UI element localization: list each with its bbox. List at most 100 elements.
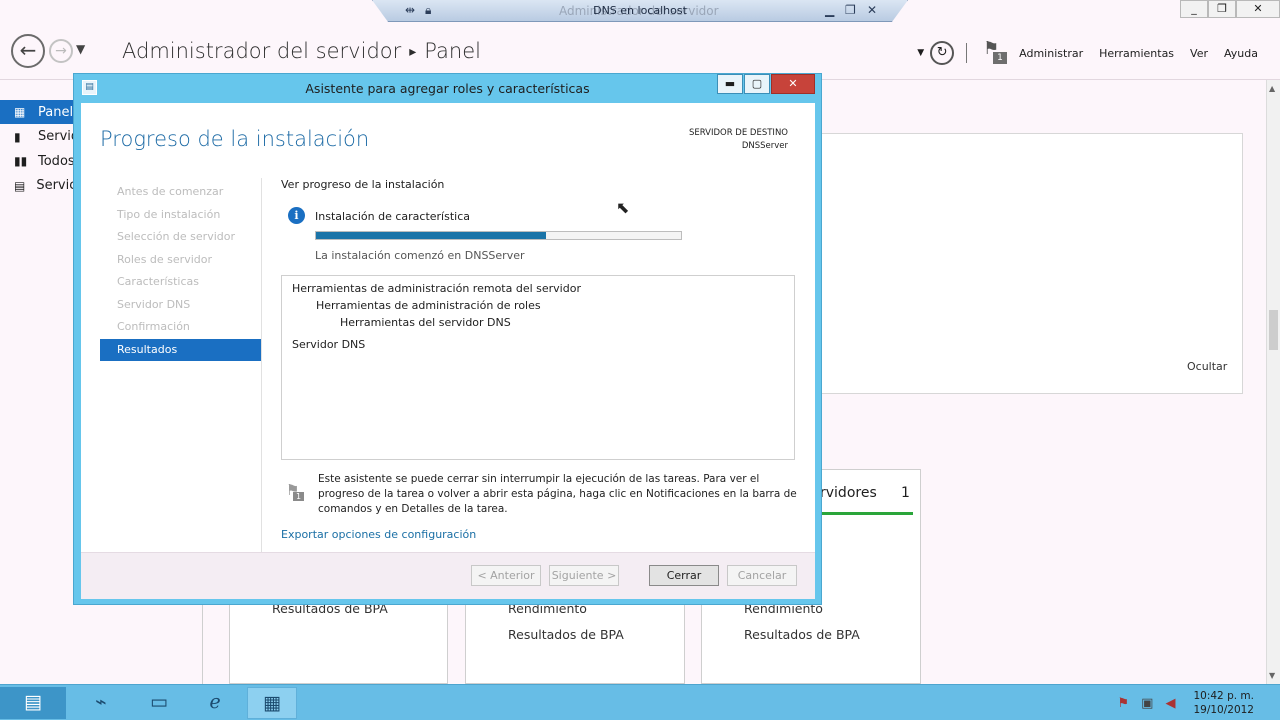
remote-restore-icon[interactable]: ❐ xyxy=(845,3,856,17)
menu-ayuda[interactable]: Ayuda xyxy=(1224,47,1258,60)
tile-row-bpa[interactable]: Resultados de BPA xyxy=(744,627,860,642)
wizard-title: Asistente para agregar roles y caracterí… xyxy=(305,81,590,96)
action-center-icon[interactable]: ⚑ xyxy=(1118,696,1130,711)
previous-button[interactable]: < Anterior xyxy=(471,565,541,586)
installation-status: Instalación de característica xyxy=(315,210,470,223)
taskbar: ▤ ⌁ ▭ ℯ ▦ ⚑ ▣ ◀ 10:42 p. m. 19/10/2012 xyxy=(0,684,1280,720)
wizard-step: Antes de comenzar xyxy=(117,185,224,198)
restore-button[interactable]: ❐ xyxy=(1208,0,1236,18)
tile-count: 1 xyxy=(901,485,910,501)
wizard-maximize-button[interactable]: ▢ xyxy=(744,74,770,94)
breadcrumb-separator-icon: ▸ xyxy=(409,44,417,60)
network-icon[interactable]: ▣ xyxy=(1141,696,1153,711)
result-item: Herramientas de administración remota de… xyxy=(292,282,581,295)
sidebar-item-file-services[interactable]: ▤ Servici xyxy=(0,174,80,198)
sidebar-item-all-servers[interactable]: ▮▮ Todos xyxy=(0,149,80,173)
wizard-body: Progreso de la instalación SERVIDOR DE D… xyxy=(81,103,815,599)
result-item: Herramientas de administración de roles xyxy=(316,299,541,312)
wizard-close-button[interactable]: ✕ xyxy=(771,74,815,94)
sidebar-item-panel[interactable]: ▦ Panel xyxy=(0,100,80,124)
breadcrumb: Administrador del servidor ▸ Panel xyxy=(122,39,481,63)
installation-started-message: La instalación comenzó en DNSServer xyxy=(315,249,525,262)
wizard-minimize-button[interactable]: ▬ xyxy=(717,74,743,94)
next-button[interactable]: Siguiente > xyxy=(549,565,619,586)
sidebar-item-label: Panel xyxy=(38,104,74,120)
result-item: Herramientas del servidor DNS xyxy=(340,316,511,329)
wizard-step: Servidor DNS xyxy=(117,297,191,311)
clock-time: 10:42 p. m. xyxy=(1193,690,1254,702)
destination-label: SERVIDOR DE DESTINO xyxy=(688,128,788,138)
wizard-window-controls: ▬ ▢ ✕ xyxy=(716,74,815,94)
dns-manager-taskbar-icon[interactable]: ▦ xyxy=(247,687,297,719)
server-manager-taskbar-icon[interactable]: ▤ xyxy=(0,687,66,719)
volume-icon[interactable]: ◀ xyxy=(1165,696,1175,711)
powershell-icon[interactable]: ⌁ xyxy=(76,687,126,719)
divider xyxy=(202,604,203,684)
wizard-step: Tipo de instalación xyxy=(117,207,221,221)
cancel-button[interactable]: Cancelar xyxy=(727,565,797,586)
role-icon: ▤ xyxy=(14,178,26,193)
breadcrumb-root: Administrador del servidor xyxy=(122,39,402,63)
server-manager-header: ← → ▼ Administrador del servidor ▸ Panel ▼… xyxy=(0,18,1280,80)
system-tray: ⚑ ▣ ◀ 10:42 p. m. 19/10/2012 xyxy=(1118,685,1280,720)
internet-explorer-icon[interactable]: ℯ xyxy=(190,687,240,719)
tile-row-bpa[interactable]: Resultados de BPA xyxy=(508,627,624,642)
refresh-icon[interactable]: ↻ xyxy=(930,41,955,65)
remote-close-icon[interactable]: ✕ xyxy=(867,3,877,17)
divider xyxy=(966,43,968,63)
wizard-step: Selección de servidor xyxy=(117,230,235,243)
scroll-thumb[interactable] xyxy=(1269,310,1278,350)
tile-title: rvidores xyxy=(820,485,877,501)
divider xyxy=(261,178,262,571)
server-icon: ▮ xyxy=(14,129,21,144)
sidebar-item-label: Todos xyxy=(38,153,75,169)
wizard-titlebar[interactable]: ▤ Asistente para agregar roles y caracte… xyxy=(74,74,821,103)
back-arrow-icon[interactable]: ← xyxy=(11,34,45,68)
close-button[interactable]: Cerrar xyxy=(649,565,719,586)
close-wizard-note: Este asistente se puede cerrar sin inter… xyxy=(318,473,797,515)
scroll-up-icon[interactable]: ▲ xyxy=(1269,84,1275,93)
menu-administrar[interactable]: Administrar xyxy=(1019,47,1083,60)
vertical-scrollbar[interactable]: ▲ ▼ xyxy=(1266,80,1280,684)
minimize-button[interactable]: _ xyxy=(1180,0,1208,18)
add-roles-wizard: ▤ Asistente para agregar roles y caracte… xyxy=(73,73,822,605)
results-list[interactable]: Herramientas de administración remota de… xyxy=(281,275,795,460)
window-controls: _ ❐ ✕ xyxy=(1180,0,1280,18)
wizard-footer: < Anterior Siguiente > Cerrar Cancelar xyxy=(81,552,815,599)
notification-count: 1 xyxy=(993,52,1007,64)
info-icon: i xyxy=(288,207,305,224)
welcome-panel xyxy=(820,133,1243,394)
file-explorer-icon[interactable]: ▭ xyxy=(134,687,184,719)
clock-date: 19/10/2012 xyxy=(1193,704,1254,716)
progress-fill xyxy=(316,232,546,239)
clock[interactable]: 10:42 p. m. 19/10/2012 xyxy=(1193,689,1254,717)
menu-ver[interactable]: Ver xyxy=(1190,47,1208,60)
wizard-step: Confirmación xyxy=(117,320,190,333)
forward-arrow-icon[interactable]: → xyxy=(49,39,73,63)
view-progress-label: Ver progreso de la instalación xyxy=(281,178,445,191)
sidebar-item-local-server[interactable]: ▮ Servid xyxy=(0,125,80,149)
dropdown-caret-icon[interactable]: ▼ xyxy=(917,48,924,58)
servers-icon: ▮▮ xyxy=(14,154,28,168)
close-button[interactable]: ✕ xyxy=(1236,0,1280,18)
notifications-flag[interactable]: ⚑ 1 xyxy=(983,38,1009,68)
scroll-down-icon[interactable]: ▼ xyxy=(1269,671,1275,680)
remote-minimize-icon[interactable]: ▁ xyxy=(825,3,834,17)
notification-flag-icon: ⚑ 1 xyxy=(286,481,306,505)
export-settings-link[interactable]: Exportar opciones de configuración xyxy=(281,528,476,541)
wizard-step: Características xyxy=(117,275,200,288)
menu-herramientas[interactable]: Herramientas xyxy=(1099,47,1174,60)
breadcrumb-page: Panel xyxy=(424,39,481,63)
history-dropdown-icon[interactable]: ▼ xyxy=(76,42,85,56)
destination-server: SERVIDOR DE DESTINO DNSServer xyxy=(689,127,788,153)
dashboard-icon: ▦ xyxy=(14,105,26,119)
hide-link[interactable]: Ocultar xyxy=(1187,360,1227,373)
tile-status-bar xyxy=(820,512,913,515)
command-bar: ▼ ↻ ⚑ 1 Administrar Herramientas Ver Ayu… xyxy=(917,38,1258,68)
wizard-step[interactable]: Resultados xyxy=(100,338,261,361)
wizard-steps: Antes de comenzar Tipo de instalación Sele… xyxy=(100,181,261,361)
installation-progress-bar xyxy=(315,231,682,240)
note-badge: 1 xyxy=(293,492,305,501)
page-title: Progreso de la instalación xyxy=(100,127,370,151)
result-item: Servidor DNS xyxy=(292,338,366,351)
